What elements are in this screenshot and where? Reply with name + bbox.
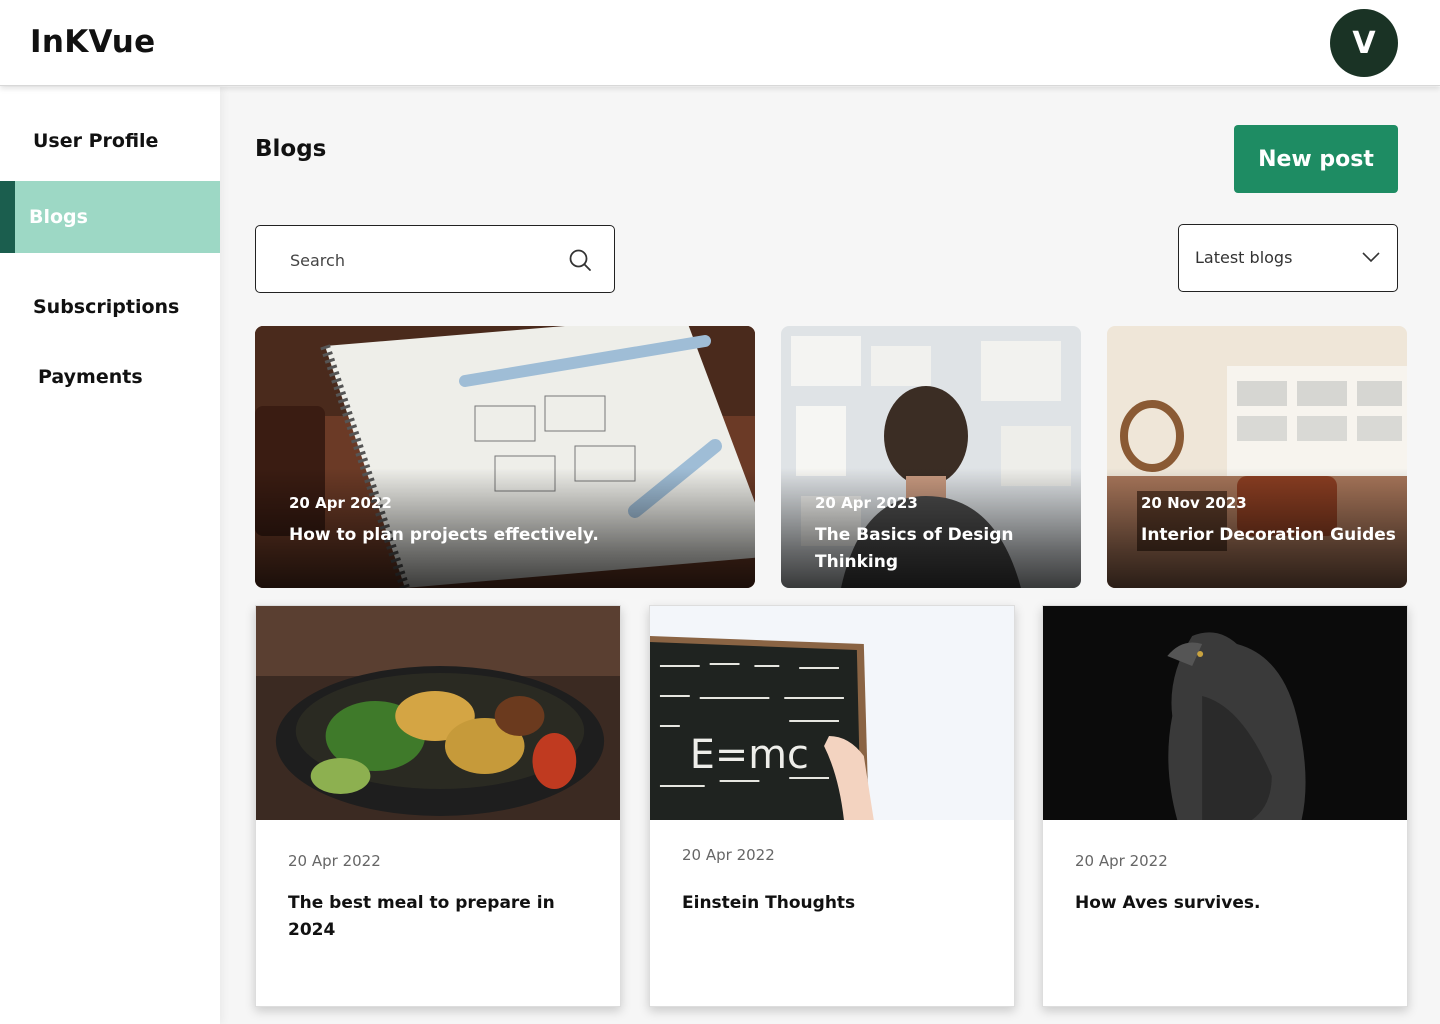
blog-card[interactable]: 20 Apr 2022 How to plan projects effecti… bbox=[255, 326, 755, 588]
blog-card-title: Interior Decoration Guides bbox=[1141, 525, 1396, 545]
sidebar-item-user-profile[interactable]: User Profile bbox=[0, 111, 220, 171]
blog-card-image: E=mc bbox=[650, 606, 1014, 820]
svg-text:E=mc: E=mc bbox=[690, 732, 809, 778]
sidebar-item-label: User Profile bbox=[33, 130, 159, 152]
blog-card-title: Einstein Thoughts bbox=[682, 893, 856, 913]
blog-card-title: How Aves survives. bbox=[1075, 893, 1261, 913]
blog-card[interactable]: 20 Apr 2022 How Aves survives. bbox=[1042, 605, 1408, 1007]
search-icon[interactable] bbox=[568, 248, 592, 272]
sidebar: User Profile Blogs Subscriptions Payment… bbox=[0, 87, 220, 1024]
sidebar-item-label: Payments bbox=[38, 366, 143, 388]
page-title: Blogs bbox=[255, 136, 327, 162]
blog-card[interactable]: 20 Apr 2023 The Basics of Design Thinkin… bbox=[781, 326, 1081, 588]
blog-card-date: 20 Apr 2022 bbox=[289, 494, 392, 512]
app-logo[interactable]: InKVue bbox=[30, 24, 155, 60]
blog-card-date: 20 Apr 2022 bbox=[682, 846, 775, 864]
sidebar-item-label: Blogs bbox=[29, 206, 88, 228]
sidebar-item-subscriptions[interactable]: Subscriptions bbox=[0, 277, 220, 337]
search-box bbox=[255, 225, 615, 293]
new-post-button[interactable]: New post bbox=[1234, 125, 1398, 193]
blog-card-date: 20 Nov 2023 bbox=[1141, 494, 1247, 512]
user-avatar[interactable]: V bbox=[1330, 9, 1398, 77]
blog-card-date: 20 Apr 2023 bbox=[815, 494, 918, 512]
blog-card-image bbox=[256, 606, 620, 820]
blog-card[interactable]: E=mc 20 Apr 2022 Einstein Thoughts bbox=[649, 605, 1015, 1007]
sidebar-item-payments[interactable]: Payments bbox=[0, 347, 220, 407]
blog-card[interactable]: 20 Nov 2023 Interior Decoration Guides bbox=[1107, 326, 1407, 588]
search-input[interactable] bbox=[290, 246, 560, 274]
blog-card-date: 20 Apr 2022 bbox=[288, 852, 381, 870]
sort-dropdown-value: Latest blogs bbox=[1195, 248, 1293, 267]
blog-card-image bbox=[1043, 606, 1407, 820]
blog-card-date: 20 Apr 2022 bbox=[1075, 852, 1168, 870]
blog-card-title: The Basics of Design Thinking bbox=[815, 525, 1014, 572]
blog-card-title: How to plan projects effectively. bbox=[289, 525, 599, 545]
blog-card-title: The best meal to prepare in 2024 bbox=[288, 893, 555, 940]
blog-card[interactable]: 20 Apr 2022 The best meal to prepare in … bbox=[255, 605, 621, 1007]
sort-dropdown[interactable]: Latest blogs bbox=[1178, 224, 1398, 292]
top-bar: InKVue V bbox=[0, 0, 1440, 86]
sidebar-item-blogs[interactable]: Blogs bbox=[0, 181, 220, 253]
sidebar-item-label: Subscriptions bbox=[33, 296, 180, 318]
chevron-down-icon bbox=[1362, 252, 1380, 263]
